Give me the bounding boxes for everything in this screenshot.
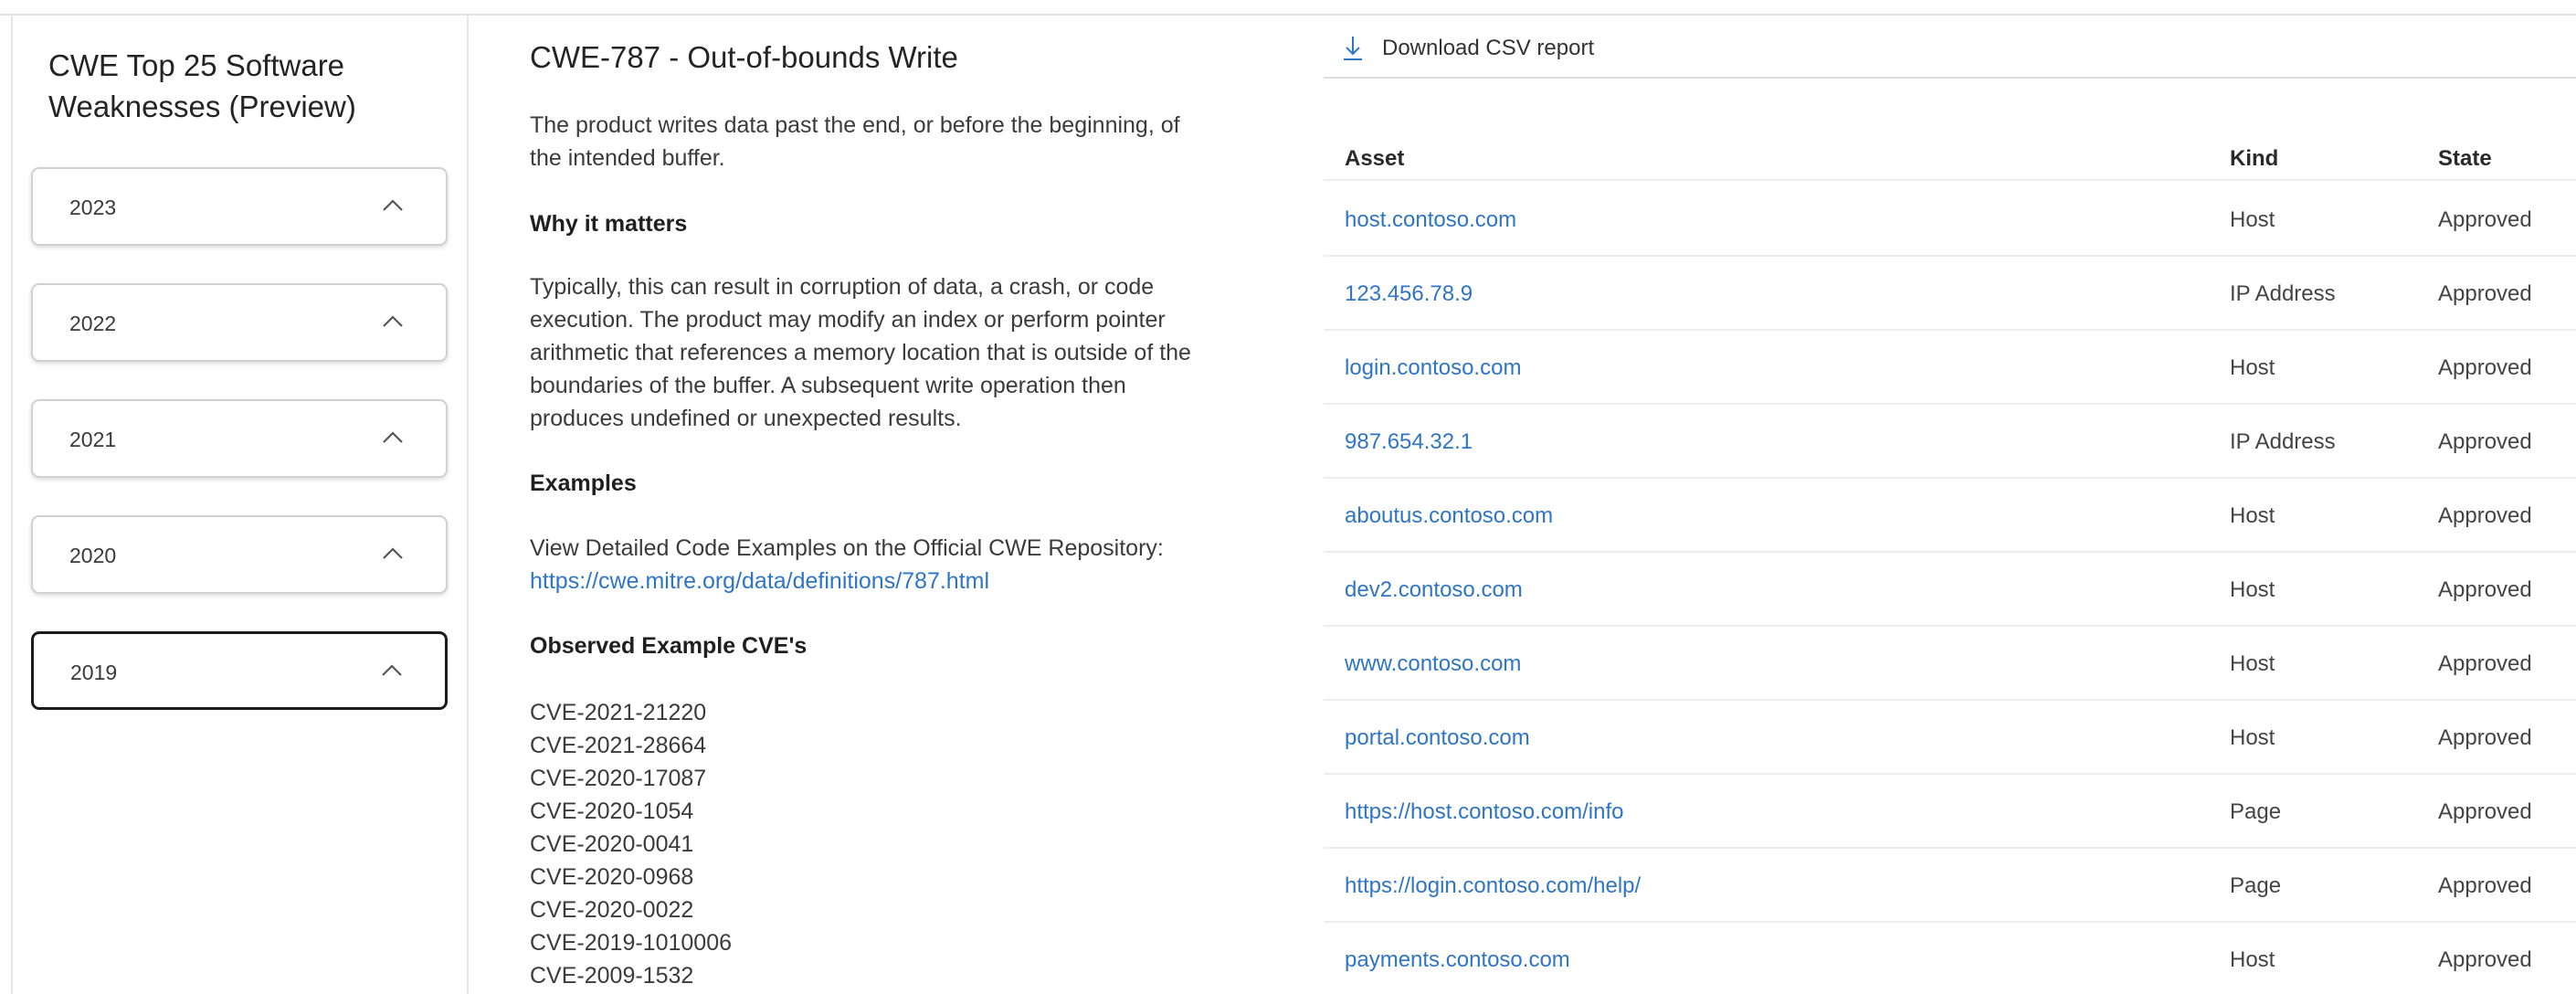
asset-kind: Host [2230,651,2275,676]
asset-state: Approved [2438,281,2532,306]
sidebar-divider [467,15,469,994]
asset-link[interactable]: 987.654.32.1 [1345,429,1473,455]
examples-heading: Examples [530,471,637,496]
asset-state: Approved [2438,873,2532,898]
asset-kind: Host [2230,355,2275,380]
cve-item: CVE-2020-1054 [530,798,694,824]
year-label: 2023 [69,196,117,219]
why-heading: Why it matters [530,211,688,237]
asset-link[interactable]: host.contoso.com [1345,207,1516,233]
asset-kind: Host [2230,577,2275,602]
cve-item: CVE-2020-0968 [530,864,694,890]
table-row[interactable]: https://login.contoso.com/help/ Page App… [1324,849,2576,923]
year-sidebar: CWE Top 25 Software Weaknesses (Preview)… [13,15,467,994]
year-label: 2020 [69,544,117,567]
asset-kind: Page [2230,873,2282,898]
year-label: 2019 [70,661,118,684]
sidebar-title: CWE Top 25 Software Weaknesses (Preview) [48,48,356,123]
examples-text: View Detailed Code Examples on the Offic… [530,535,1164,561]
examples-link-row: https://cwe.mitre.org/data/definitions/7… [530,565,1206,597]
table-row[interactable]: https://host.contoso.com/info Page Appro… [1324,775,2576,849]
asset-link[interactable]: payments.contoso.com [1345,947,1570,973]
asset-kind: Host [2230,725,2275,750]
asset-state: Approved [2438,947,2532,972]
asset-kind: Host [2230,503,2275,528]
asset-state: Approved [2438,577,2532,602]
table-row[interactable]: 987.654.32.1 IP Address Approved [1324,405,2576,479]
asset-link[interactable]: https://login.contoso.com/help/ [1345,873,1641,899]
cwe-repository-link[interactable]: https://cwe.mitre.org/data/definitions/7… [530,568,989,594]
asset-link[interactable]: dev2.contoso.com [1345,577,1523,603]
asset-kind: Host [2230,947,2275,972]
asset-link[interactable]: login.contoso.com [1345,355,1521,381]
table-row[interactable]: portal.contoso.com Host Approved [1324,701,2576,775]
chevron-up-icon [383,199,403,211]
chevron-up-icon [383,431,403,443]
asset-link[interactable]: www.contoso.com [1345,651,1521,677]
column-header-state[interactable]: State [2438,146,2492,172]
download-csv-button[interactable]: Download CSV report [1342,33,1594,64]
asset-state: Approved [2438,799,2532,824]
chevron-up-icon [383,547,403,559]
table-row[interactable]: www.contoso.com Host Approved [1324,627,2576,701]
cve-item: CVE-2020-0041 [530,831,694,857]
chevron-up-icon [382,664,402,676]
asset-link[interactable]: aboutus.contoso.com [1345,503,1553,529]
asset-link[interactable]: 123.456.78.9 [1345,281,1473,307]
chevron-up-icon [383,315,403,327]
asset-kind: IP Address [2230,281,2336,306]
column-header-asset[interactable]: Asset [1345,146,1404,172]
asset-state: Approved [2438,503,2532,528]
table-row[interactable]: login.contoso.com Host Approved [1324,331,2576,405]
year-card-2019[interactable]: 2019 [31,631,448,710]
why-text: Typically, this can result in corruption… [530,274,1191,431]
table-row[interactable]: host.contoso.com Host Approved [1324,183,2576,257]
asset-state: Approved [2438,429,2532,454]
table-row[interactable]: 123.456.78.9 IP Address Approved [1324,257,2576,331]
year-label: 2022 [69,312,117,335]
year-card-2021[interactable]: 2021 [31,399,448,478]
asset-kind: IP Address [2230,429,2336,454]
asset-state: Approved [2438,207,2532,232]
asset-state: Approved [2438,651,2532,676]
asset-kind: Host [2230,207,2275,232]
asset-kind: Page [2230,799,2282,824]
download-csv-label: Download CSV report [1382,36,1595,60]
cve-list: CVE-2021-21220 CVE-2021-28664 CVE-2020-1… [530,696,732,992]
column-header-kind[interactable]: Kind [2230,146,2278,172]
cve-item: CVE-2009-1532 [530,963,694,989]
cve-item: CVE-2020-0022 [530,897,694,923]
observed-heading: Observed Example CVE's [530,633,808,659]
asset-link[interactable]: https://host.contoso.com/info [1345,799,1624,825]
cve-item: CVE-2021-28664 [530,733,707,758]
year-card-2020[interactable]: 2020 [31,515,448,594]
table-header: Asset Kind State [1324,121,2576,181]
asset-link[interactable]: portal.contoso.com [1345,725,1530,751]
download-icon [1344,37,1362,60]
detail-title: CWE-787 - Out-of-bounds Write [530,40,958,74]
table-row[interactable]: payments.contoso.com Host Approved [1324,923,2576,994]
asset-state: Approved [2438,725,2532,750]
year-card-2022[interactable]: 2022 [31,283,448,362]
assets-panel: Download CSV report Asset Kind State hos… [1324,15,2576,994]
weakness-detail: CWE-787 - Out-of-bounds Write The produc… [530,0,1206,994]
table-row[interactable]: dev2.contoso.com Host Approved [1324,553,2576,627]
table-row[interactable]: aboutus.contoso.com Host Approved [1324,479,2576,553]
year-label: 2021 [69,428,117,451]
cve-item: CVE-2020-17087 [530,766,707,791]
cve-item: CVE-2019-1010006 [530,930,732,956]
year-card-2023[interactable]: 2023 [31,167,448,246]
asset-state: Approved [2438,355,2532,380]
detail-description: The product writes data past the end, or… [530,112,1180,171]
cve-item: CVE-2021-21220 [530,700,707,725]
toolbar: Download CSV report [1324,15,2576,79]
